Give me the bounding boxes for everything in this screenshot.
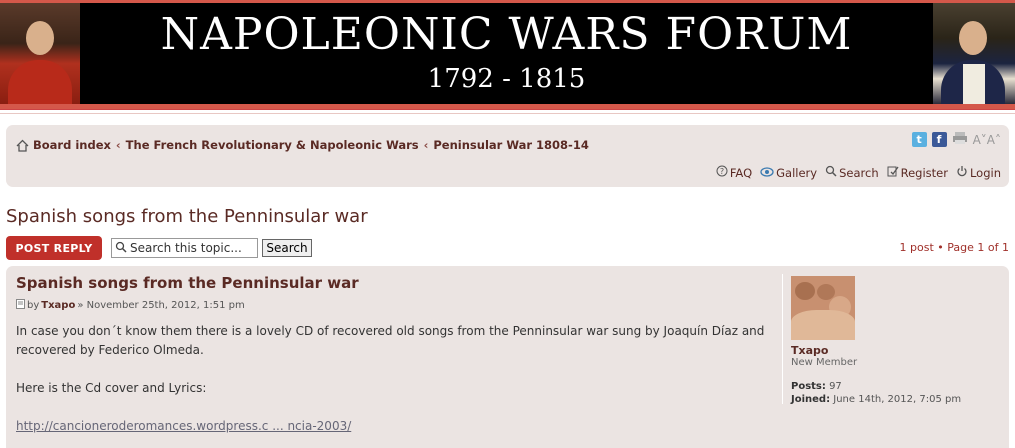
search-link[interactable]: Search [825, 165, 879, 180]
posts-label: Posts: [791, 381, 826, 392]
post-reply-button[interactable]: POST REPLY [6, 236, 102, 260]
banner-divider [0, 113, 1015, 114]
search-icon [825, 165, 837, 180]
power-icon [956, 165, 968, 180]
breadcrumb: Board index ‹ The French Revolutionary &… [16, 137, 589, 153]
joined-label: Joined: [791, 394, 831, 405]
faq-link[interactable]: ? FAQ [716, 165, 752, 180]
register-icon [887, 165, 899, 180]
post-paragraph: In case you don´t know them there is a l… [16, 324, 765, 357]
post-paragraph: Here is the Cd cover and Lyrics: [16, 381, 207, 395]
napoleon-portrait [933, 3, 1015, 104]
twitter-icon[interactable]: t [911, 132, 927, 147]
faq-label: FAQ [729, 165, 753, 180]
gallery-label: Gallery [776, 165, 818, 180]
share-tools: t f A˅A˄ [911, 131, 1001, 148]
print-icon[interactable] [952, 131, 968, 148]
eye-icon [760, 166, 774, 180]
posts-count: 97 [825, 381, 842, 392]
profile-rank: New Member [791, 357, 858, 368]
post-subject[interactable]: Spanish songs from the Penninsular war [16, 274, 359, 292]
post-author[interactable]: Txapo [41, 300, 75, 311]
facebook-icon[interactable]: f [931, 132, 947, 147]
profile-stats: Posts: 97 Joined: June 14th, 2012, 7:05 … [791, 380, 1002, 406]
forum-banner: NAPOLEONIC WARS FORUM 1792 - 1815 [0, 0, 1015, 110]
topic-search-box [111, 238, 258, 258]
svg-text:?: ? [720, 167, 724, 176]
post-link[interactable]: http://cancioneroderomances.wordpress.c … [16, 419, 351, 433]
navbar: Board index ‹ The French Revolutionary &… [6, 125, 1009, 187]
post-date: » November 25th, 2012, 1:51 pm [77, 300, 245, 311]
post-body: In case you don´t know them there is a l… [16, 322, 776, 436]
post: Spanish songs from the Penninsular war b… [6, 266, 1009, 448]
post-author-line: by Txapo » November 25th, 2012, 1:51 pm [16, 299, 245, 312]
login-link[interactable]: Login [956, 165, 1001, 180]
post-by-label: by [27, 300, 40, 311]
header-links: ? FAQ Gallery Search Register Login [716, 165, 1001, 180]
profile-username[interactable]: Txapo [791, 344, 1002, 357]
topic-search-input[interactable] [130, 241, 255, 255]
pagination-info: 1 post • Page 1 of 1 [899, 241, 1009, 254]
breadcrumb-board-index[interactable]: Board index [33, 138, 111, 152]
topic-search-button[interactable]: Search [262, 239, 312, 257]
wellington-portrait [0, 3, 80, 104]
post-profile: Txapo New Member Posts: 97 Joined: June … [782, 274, 1002, 406]
forum-years: 1792 - 1815 [427, 64, 586, 94]
forum-title: NAPOLEONIC WARS FORUM [160, 9, 853, 60]
breadcrumb-separator: ‹ [423, 138, 429, 152]
register-label: Register [900, 165, 948, 180]
question-icon: ? [716, 165, 728, 180]
breadcrumb-separator: ‹ [115, 138, 121, 152]
search-icon [115, 241, 127, 256]
avatar[interactable] [791, 276, 855, 340]
post-icon[interactable] [16, 299, 25, 312]
joined-date: June 14th, 2012, 7:05 pm [830, 394, 962, 405]
gallery-link[interactable]: Gallery [760, 166, 817, 180]
font-size-icon[interactable]: A˅A˄ [973, 133, 1001, 147]
login-label: Login [969, 165, 1001, 180]
breadcrumb-napoleonic-wars[interactable]: The French Revolutionary & Napoleonic Wa… [126, 138, 419, 152]
breadcrumb-peninsular-war[interactable]: Peninsular War 1808-14 [433, 138, 588, 152]
home-icon[interactable] [16, 139, 29, 152]
topic-title[interactable]: Spanish songs from the Penninsular war [6, 206, 368, 227]
register-link[interactable]: Register [887, 165, 948, 180]
search-label: Search [839, 165, 879, 180]
